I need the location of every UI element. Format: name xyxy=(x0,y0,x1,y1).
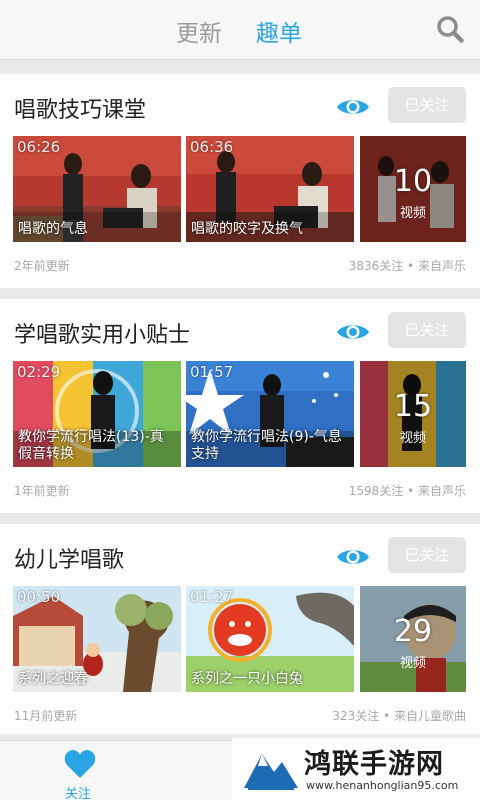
top-bar: 更新 趣单 xyxy=(0,0,480,60)
video-count-label: 视频 xyxy=(399,431,426,446)
updated-time: 2年前更新 xyxy=(14,259,70,273)
video-duration: 01:27 xyxy=(190,588,234,606)
playlist-card[interactable]: 学唱歌实用小贴士 已关注 02:29 教你学流行唱法(13)-真假音转换 01:… xyxy=(0,299,480,513)
follow-stats: 1598关注 • 来自声乐 xyxy=(348,484,466,498)
eye-icon[interactable] xyxy=(336,321,370,343)
playlist-card[interactable]: 幼儿学唱歌 已关注 00:50 系列之迎春 01:27 系列之一只小白兔 29 … xyxy=(0,524,480,734)
video-count: 10 xyxy=(393,164,433,199)
playlist-title: 唱歌技巧课堂 xyxy=(14,98,147,123)
video-count: 29 xyxy=(393,614,433,649)
tab-update[interactable]: 更新 xyxy=(176,14,222,48)
video-duration: 01:57 xyxy=(190,363,234,381)
video-title: 系列之迎春 xyxy=(18,671,88,687)
playlist-title: 学唱歌实用小贴士 xyxy=(14,323,191,348)
tab-fun[interactable]: 趣单 xyxy=(256,14,302,48)
updated-time: 11月前更新 xyxy=(14,709,78,723)
follow-stats: 323关注 • 来自儿童歌曲 xyxy=(332,709,466,723)
video-thumbnail[interactable]: 06:26 唱歌的气息 xyxy=(13,136,181,242)
video-title: 教你学流行唱法(13)-真假音转换 xyxy=(18,429,164,462)
watermark: 鸿联手游网 www.henanhonglian95.com xyxy=(232,738,480,800)
search-icon[interactable] xyxy=(436,15,464,43)
video-thumbnail[interactable]: 01:57 教你学流行唱法(9)-气息支持 xyxy=(186,361,354,467)
video-duration: 02:29 xyxy=(17,363,61,381)
video-thumbnail[interactable]: 06:36 唱歌的咬字及换气 xyxy=(186,136,354,242)
followed-button[interactable]: 已关注 xyxy=(388,312,466,348)
playlist-more-thumbnail[interactable]: 15 视频 xyxy=(360,361,466,467)
playlist-more-thumbnail[interactable]: 10 视频 xyxy=(360,136,466,242)
eye-icon[interactable] xyxy=(336,546,370,568)
video-count-label: 视频 xyxy=(399,656,426,671)
video-title: 唱歌的气息 xyxy=(18,221,88,237)
follow-stats: 3836关注 • 来自声乐 xyxy=(348,259,466,273)
video-count: 15 xyxy=(393,389,433,424)
video-thumbnail[interactable]: 00:50 系列之迎春 xyxy=(13,586,181,692)
eye-icon[interactable] xyxy=(336,96,370,118)
watermark-url: www.henanhonglian95.com xyxy=(306,779,459,792)
playlist-card[interactable]: 唱歌技巧课堂 已关注 06:26 唱歌的气息 06:36 唱歌的咬字及换气 10… xyxy=(0,74,480,288)
nav-follow-label[interactable]: 关注 xyxy=(65,783,91,800)
video-duration: 06:26 xyxy=(17,138,61,156)
watermark-title: 鸿联手游网 xyxy=(304,749,444,780)
video-title: 系列之一只小白兔 xyxy=(191,671,303,687)
followed-button[interactable]: 已关注 xyxy=(388,87,466,123)
followed-button[interactable]: 已关注 xyxy=(388,537,466,573)
heart-icon[interactable] xyxy=(64,749,96,779)
video-count-label: 视频 xyxy=(399,206,426,221)
video-thumbnail[interactable]: 01:27 系列之一只小白兔 xyxy=(186,586,354,692)
updated-time: 1年前更新 xyxy=(14,484,70,498)
video-duration: 06:36 xyxy=(190,138,234,156)
video-thumbnail[interactable]: 02:29 教你学流行唱法(13)-真假音转换 xyxy=(13,361,181,467)
playlist-more-thumbnail[interactable]: 29 视频 xyxy=(360,586,466,692)
watermark-logo xyxy=(244,754,298,790)
video-title: 唱歌的咬字及换气 xyxy=(191,221,303,237)
playlist-title: 幼儿学唱歌 xyxy=(14,548,125,573)
video-duration: 00:50 xyxy=(17,588,61,606)
video-title: 教你学流行唱法(9)-气息支持 xyxy=(191,429,342,462)
